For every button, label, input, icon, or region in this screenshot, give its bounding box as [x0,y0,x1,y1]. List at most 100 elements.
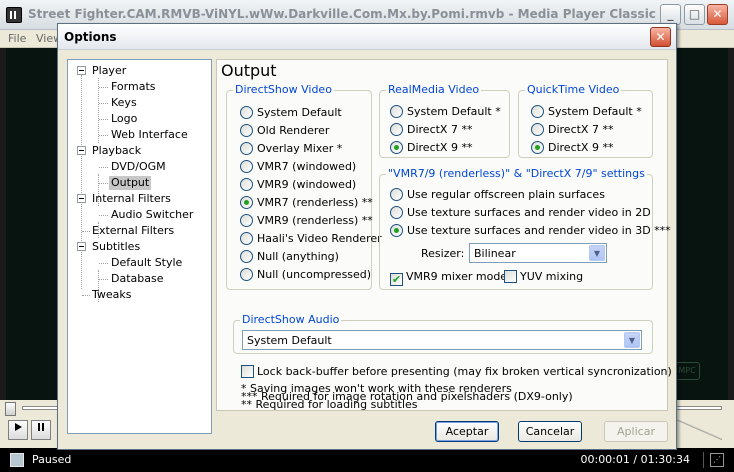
dialog-close-button[interactable]: ✕ [650,27,671,47]
vmr-surface-option[interactable]: Use texture surfaces and render video in… [390,224,671,237]
chevron-down-icon[interactable]: ▼ [624,332,640,348]
radio[interactable] [240,268,253,281]
qt-video-option[interactable]: System Default * [531,105,642,118]
qt-video-option-label: DirectX 9 ** [548,141,614,154]
radio[interactable] [240,106,253,119]
qt-video-option-label: DirectX 7 ** [548,123,614,136]
resize-grip-icon[interactable]: ⋰ [710,453,724,467]
volume-slider[interactable] [676,420,722,440]
rm-video-option[interactable]: DirectX 9 ** [390,141,472,154]
tree-item-tweaks[interactable]: Tweaks [90,288,134,302]
seek-thumb[interactable] [5,402,16,416]
radio[interactable] [240,160,253,173]
close-button[interactable]: ✕ [707,4,728,25]
status-separator [703,452,704,468]
radio[interactable] [390,224,403,237]
lock-backbuffer-checkbox[interactable] [241,365,254,378]
vmr9-mixer-checkbox[interactable]: ✔ [390,273,403,286]
status-bar: Paused 00:00:01 / 01:30:34 ⋰ [0,448,734,472]
tree-item-external-filters[interactable]: External Filters [90,224,176,238]
radio[interactable] [240,142,253,155]
tree-item-player[interactable]: Player [90,64,128,78]
lock-backbuffer-option[interactable]: Lock back-buffer before presenting (may … [241,365,672,378]
tree-line [99,135,108,136]
tree-item-playback[interactable]: Playback [90,144,143,158]
film-icon [6,7,22,23]
apply-button[interactable]: Aplicar [604,421,668,442]
audio-renderer-select[interactable]: System Default ▼ [242,330,642,350]
ok-button[interactable]: Aceptar [435,421,499,442]
vmr-surface-option[interactable]: Use regular offscreen plain surfaces [390,188,605,201]
tree-item-output[interactable]: Output [109,176,152,190]
vmr9-mixer-option[interactable]: ✔ VMR9 mixer mode [390,270,507,286]
ds-video-option[interactable]: Old Renderer [240,124,329,137]
radio[interactable] [240,196,253,209]
radio[interactable] [240,250,253,263]
yuv-mixing-label: YUV mixing [520,270,584,283]
collapse-internal-filters-icon[interactable] [77,194,86,203]
tree-item-dvd-ogm[interactable]: DVD/OGM [109,160,168,174]
menu-file[interactable]: File [8,32,26,45]
ds-video-option-label: VMR7 (renderless) ** [257,196,373,209]
radio[interactable] [390,141,403,154]
output-page: Output DirectShow Video System Default O… [216,59,672,411]
radio[interactable] [390,188,403,201]
pause-button[interactable] [31,420,51,440]
tree-item-keys[interactable]: Keys [109,96,139,110]
tree-item-database[interactable]: Database [109,272,166,286]
qt-video-option[interactable]: DirectX 7 ** [531,123,613,136]
tree-item-logo[interactable]: Logo [109,112,139,126]
minimize-button[interactable]: _ [660,4,681,25]
yuv-mixing-checkbox[interactable] [504,270,517,283]
tree-item-subtitles[interactable]: Subtitles [90,240,142,254]
tree-line [81,75,82,289]
tree-item-formats[interactable]: Formats [109,80,158,94]
maximize-button[interactable]: □ [684,4,705,25]
audio-renderer-value: System Default [247,334,332,347]
ds-video-option[interactable]: VMR9 (renderless) ** [240,214,373,227]
rm-video-option[interactable]: System Default * [390,105,501,118]
tree-line [99,215,108,216]
ds-video-option[interactable]: Haali's Video Renderer [240,232,382,245]
rm-video-option-label: DirectX 7 ** [407,123,473,136]
ds-video-option-label: VMR9 (renderless) ** [257,214,373,227]
collapse-playback-icon[interactable] [77,146,86,155]
tree-item-internal-filters[interactable]: Internal Filters [90,192,173,206]
ds-video-option[interactable]: VMR7 (windowed) [240,160,356,173]
collapse-player-icon[interactable] [77,66,86,75]
radio[interactable] [531,105,544,118]
cancel-button[interactable]: Cancelar [518,421,582,442]
vmr-surface-option[interactable]: Use texture surfaces and render video in… [390,206,651,219]
ds-video-option[interactable]: Overlay Mixer * [240,142,342,155]
radio[interactable] [240,178,253,191]
tree-line [99,119,108,120]
radio[interactable] [240,214,253,227]
tree-item-web-interface[interactable]: Web Interface [109,128,190,142]
radio[interactable] [531,141,544,154]
ds-video-option-label: System Default [257,106,342,119]
ds-video-option[interactable]: Null (anything) [240,250,339,263]
yuv-mixing-option[interactable]: YUV mixing [504,270,583,283]
tree-item-audio-switcher[interactable]: Audio Switcher [109,208,195,222]
ds-video-option[interactable]: System Default [240,106,342,119]
radio[interactable] [531,123,544,136]
resizer-value: Bilinear [474,247,516,260]
radio[interactable] [390,206,403,219]
ds-video-option[interactable]: VMR9 (windowed) [240,178,356,191]
qt-video-option[interactable]: DirectX 9 ** [531,141,613,154]
radio[interactable] [390,123,403,136]
dialog-titlebar: Options ✕ [58,24,676,50]
radio[interactable] [240,124,253,137]
vmr-settings-group: "VMR7/9 (renderless)" & "DirectX 7/9" se… [379,167,671,290]
tree-item-default-style[interactable]: Default Style [109,256,184,270]
radio[interactable] [390,105,403,118]
ds-video-option[interactable]: Null (uncompressed) [240,268,371,281]
chevron-down-icon[interactable]: ▼ [589,245,605,261]
ds-video-option[interactable]: VMR7 (renderless) ** [240,196,373,209]
rm-video-option[interactable]: DirectX 7 ** [390,123,472,136]
collapse-subtitles-icon[interactable] [77,242,86,251]
resizer-select[interactable]: Bilinear ▼ [469,243,607,263]
radio[interactable] [240,232,253,245]
play-button[interactable] [8,420,28,440]
vmr9-mixer-label: VMR9 mixer mode [406,270,508,283]
